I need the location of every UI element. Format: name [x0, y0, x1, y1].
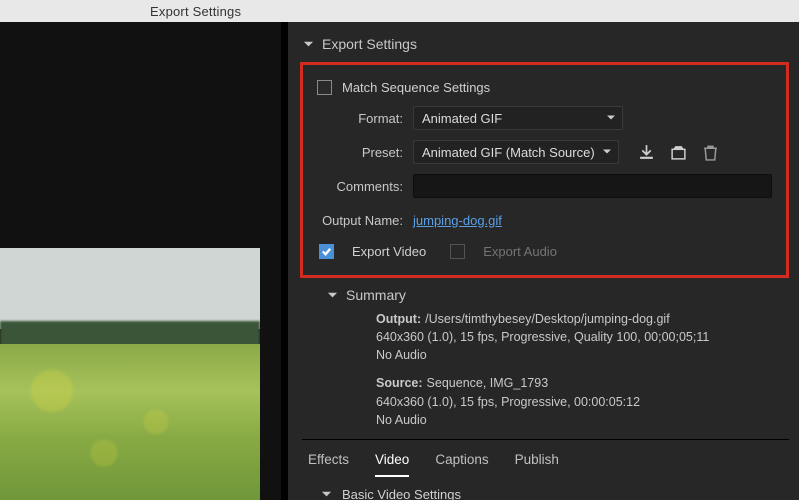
chevron-down-icon	[602, 145, 612, 160]
basic-video-header[interactable]: Basic Video Settings	[302, 477, 789, 500]
titlebar: Export Settings	[0, 0, 799, 22]
preset-label: Preset:	[317, 145, 413, 160]
tab-publish[interactable]: Publish	[515, 448, 559, 477]
export-settings-header[interactable]: Export Settings	[302, 30, 789, 58]
settings-pane: Export Settings Match Sequence Settings …	[288, 22, 799, 500]
summary-source-line1: Sequence, IMG_1793	[427, 376, 549, 390]
preview-image	[0, 248, 260, 500]
tab-captions[interactable]: Captions	[435, 448, 488, 477]
summary-output: Output:/Users/timthybesey/Desktop/jumpin…	[376, 310, 789, 364]
section-title: Export Settings	[322, 36, 417, 52]
match-sequence-label: Match Sequence Settings	[342, 80, 490, 95]
tab-effects[interactable]: Effects	[308, 448, 349, 477]
chevron-down-icon[interactable]	[320, 488, 332, 500]
output-name-label: Output Name:	[317, 213, 413, 228]
preset-select[interactable]: Animated GIF (Match Source)	[413, 140, 619, 164]
tab-video[interactable]: Video	[375, 448, 409, 477]
summary-output-label: Output:	[376, 312, 425, 326]
comments-label: Comments:	[317, 179, 413, 194]
basic-video-title: Basic Video Settings	[342, 487, 461, 500]
preset-actions	[637, 143, 719, 161]
summary-output-line2: 640x360 (1.0), 15 fps, Progressive, Qual…	[376, 330, 709, 344]
format-label: Format:	[317, 111, 413, 126]
format-select[interactable]: Animated GIF	[413, 106, 623, 130]
match-sequence-checkbox[interactable]	[317, 80, 332, 95]
export-audio-label: Export Audio	[483, 244, 557, 259]
format-value: Animated GIF	[422, 111, 502, 126]
chevron-down-icon[interactable]	[326, 289, 338, 301]
preset-value: Animated GIF (Match Source)	[422, 145, 595, 160]
summary-title: Summary	[346, 287, 406, 303]
summary-source-line3: No Audio	[376, 413, 427, 427]
main-area: Export Settings Match Sequence Settings …	[0, 22, 799, 500]
comments-input[interactable]	[413, 174, 772, 198]
summary-source: Source:Sequence, IMG_1793 640x360 (1.0),…	[376, 374, 789, 428]
summary-output-line3: No Audio	[376, 348, 427, 362]
chevron-down-icon	[606, 111, 616, 126]
window-title: Export Settings	[150, 4, 241, 19]
import-preset-icon[interactable]	[669, 143, 687, 161]
tab-bar: Effects Video Captions Publish	[302, 439, 789, 477]
summary-output-path: /Users/timthybesey/Desktop/jumping-dog.g…	[425, 312, 670, 326]
preview-pane	[0, 22, 283, 500]
export-settings-group: Match Sequence Settings Format: Animated…	[300, 62, 789, 278]
summary-source-line2: 640x360 (1.0), 15 fps, Progressive, 00:0…	[376, 395, 640, 409]
export-video-label: Export Video	[352, 244, 426, 259]
export-video-checkbox[interactable]	[319, 244, 334, 259]
chevron-down-icon[interactable]	[302, 38, 314, 50]
summary-source-label: Source:	[376, 376, 427, 390]
export-audio-checkbox[interactable]	[450, 244, 465, 259]
output-name-link[interactable]: jumping-dog.gif	[413, 213, 502, 228]
save-preset-icon[interactable]	[637, 143, 655, 161]
trash-icon[interactable]	[701, 143, 719, 161]
